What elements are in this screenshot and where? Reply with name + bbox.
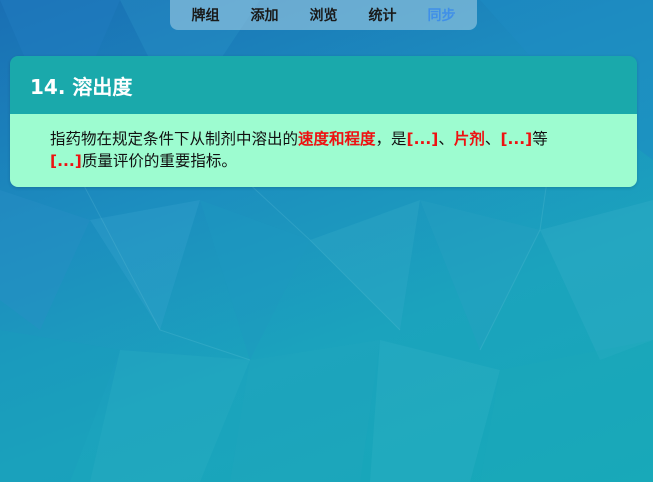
nav-item-sync[interactable]: 同步 bbox=[424, 3, 460, 27]
nav-item-decks[interactable]: 牌组 bbox=[188, 3, 224, 27]
top-nav-bar: 牌组 添加 浏览 统计 同步 bbox=[170, 0, 477, 30]
card-text: 指药物在规定条件下从制剂中溶出的 bbox=[50, 130, 299, 148]
flashcard: 14. 溶出度 指药物在规定条件下从制剂中溶出的速度和程度，是[...]、片剂、… bbox=[10, 56, 637, 187]
card-title: 14. 溶出度 bbox=[30, 74, 133, 99]
card-text: 、 bbox=[438, 130, 454, 148]
nav-item-browse[interactable]: 浏览 bbox=[306, 3, 342, 27]
card-header: 14. 溶出度 bbox=[10, 56, 637, 114]
cloze-answer: 速度和程度 bbox=[298, 130, 376, 148]
card-text: 、 bbox=[484, 130, 501, 148]
card-body: 指药物在规定条件下从制剂中溶出的速度和程度，是[...]、片剂、[...]等 [.… bbox=[10, 114, 637, 187]
card-text: ，是 bbox=[375, 130, 407, 148]
cloze-blank[interactable]: [...] bbox=[500, 130, 532, 148]
card-text: 等 bbox=[532, 130, 548, 148]
card-text: 质量评价的重要指标。 bbox=[81, 152, 237, 170]
cloze-blank[interactable]: [...] bbox=[50, 152, 82, 170]
nav-item-stats[interactable]: 统计 bbox=[365, 3, 401, 27]
cloze-blank[interactable]: [...] bbox=[407, 130, 439, 148]
cloze-answer: 片剂 bbox=[453, 130, 485, 148]
nav-item-add[interactable]: 添加 bbox=[247, 3, 283, 27]
